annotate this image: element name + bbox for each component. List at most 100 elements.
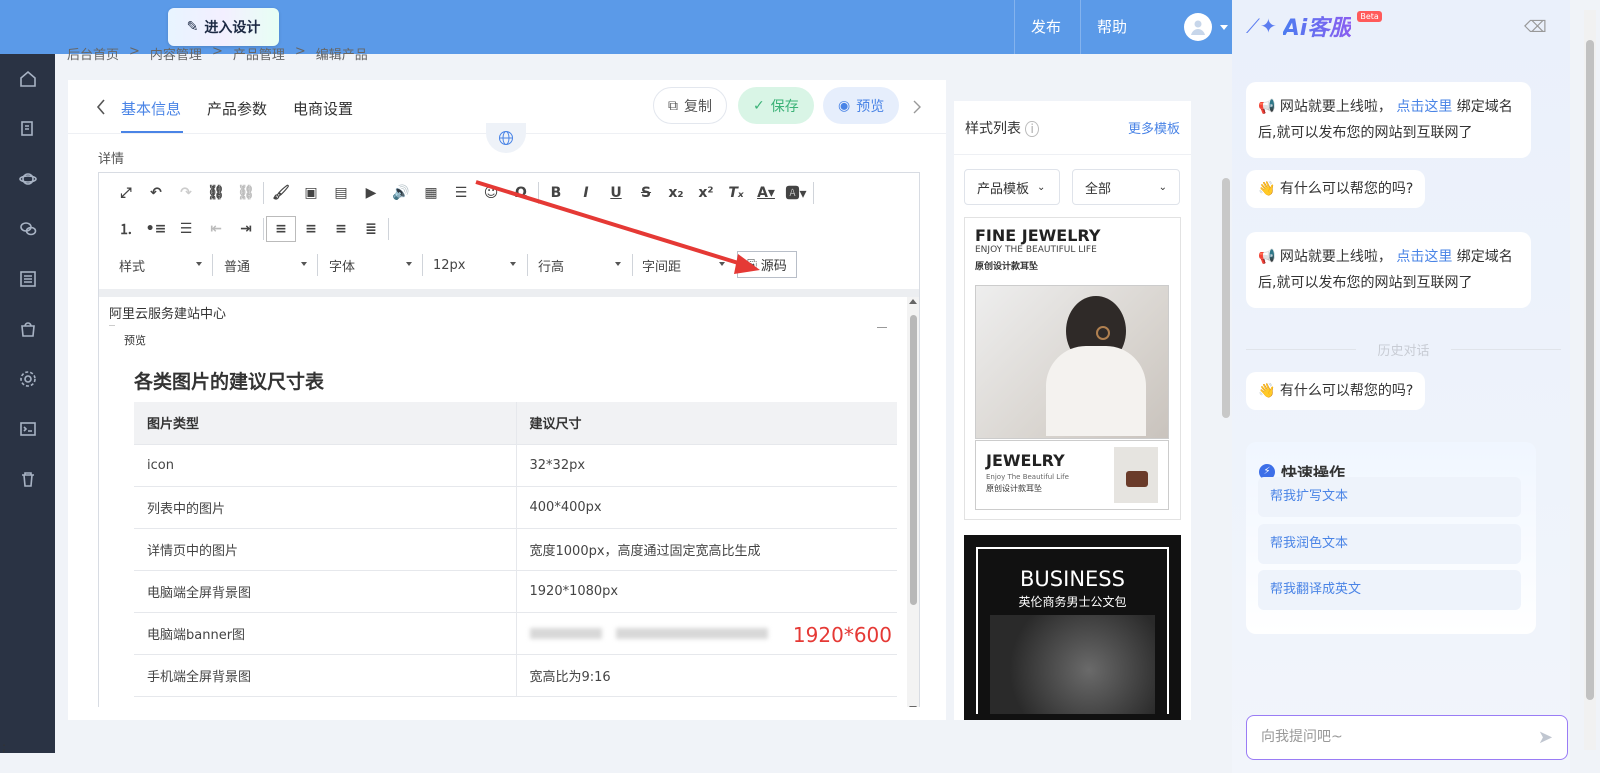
back-chevron-icon[interactable] [96, 98, 106, 116]
breadcrumb-content[interactable]: 内容管理 [150, 44, 202, 62]
bind-domain-link[interactable]: 点击这里 [1396, 249, 1452, 265]
unlink-icon[interactable]: ⛓ [231, 180, 261, 206]
quick-action-polish[interactable]: 帮我润色文本 [1258, 524, 1521, 564]
horizontal-rule-icon[interactable]: ☰ [446, 180, 476, 206]
image-icon[interactable]: ▣ [296, 180, 326, 206]
sidebar-item-shop[interactable] [0, 304, 55, 354]
font-size-select[interactable]: 12px [433, 253, 518, 277]
template-filter-select[interactable]: 全部 ⌄ [1072, 169, 1180, 205]
video-icon[interactable]: ▶ [356, 180, 386, 206]
bold-icon[interactable]: B [541, 180, 571, 206]
format-brush-icon[interactable]: 🖌 [266, 180, 296, 206]
enter-design-button[interactable]: ✎ 进入设计 [168, 8, 279, 46]
sidebar-item-planet[interactable] [0, 154, 55, 204]
ai-panel-scrollbar[interactable] [1584, 10, 1596, 750]
scroll-thumb[interactable] [910, 315, 917, 605]
save-button[interactable]: ✓ 保存 [738, 87, 814, 124]
source-code-button[interactable]: ⎘ 源码 [737, 251, 797, 278]
redo-icon[interactable]: ↷ [171, 180, 201, 206]
template-card-business[interactable]: BUSINESS 英伦商务男士公文包 [964, 535, 1181, 720]
user-icon [1191, 20, 1205, 35]
align-left-icon[interactable]: ≡ [266, 216, 296, 242]
ai-message-2: 👋 有什么可以帮您的吗? [1246, 170, 1426, 208]
scroll-down-icon[interactable] [909, 706, 917, 707]
send-icon[interactable]: ➤ [1538, 716, 1553, 759]
style-select-label: 样式 [119, 259, 146, 275]
globe-toggle[interactable] [486, 123, 526, 153]
more-templates-link[interactable]: 更多模板 [1128, 118, 1180, 137]
gallery-icon[interactable]: ▤ [326, 180, 356, 206]
align-justify-icon[interactable]: ≣ [356, 216, 386, 242]
table-icon[interactable]: ▦ [416, 180, 446, 206]
tab-basic-info[interactable]: 基本信息 [121, 98, 181, 119]
special-char-icon[interactable]: Ω [506, 180, 536, 206]
unordered-list-icon[interactable]: •≡ [141, 216, 171, 242]
publish-link[interactable]: 发布 [1014, 0, 1077, 54]
editor-content[interactable]: 阿里云服务建站中心 预览 各类图片的建议尺寸表 图片类型 建议尺寸 icon 3… [99, 289, 919, 707]
breadcrumb-products[interactable]: 产品管理 [233, 44, 285, 62]
jewelry-photo [975, 285, 1169, 439]
italic-icon[interactable]: I [571, 180, 601, 206]
letter-spacing-select[interactable]: 字间距 [642, 253, 727, 277]
sidebar-item-terminal[interactable] [0, 404, 55, 454]
collapse-icon[interactable] [877, 327, 887, 328]
clear-format-icon[interactable]: Tₓ [721, 180, 751, 206]
sidebar-item-pages[interactable] [0, 104, 55, 154]
align-center-icon[interactable]: ≡ [296, 216, 326, 242]
sidebar-item-trash[interactable] [0, 454, 55, 504]
link-icon[interactable]: ⛓ [201, 180, 231, 206]
clear-history-icon[interactable]: ⌫ [1524, 17, 1547, 36]
jewelry-box-image [1114, 447, 1158, 503]
align-right-icon[interactable]: ≡ [326, 216, 356, 242]
font-color-icon[interactable]: A▾ [751, 180, 781, 206]
tab-ecommerce[interactable]: 电商设置 [293, 98, 353, 119]
table-heading: 各类图片的建议尺寸表 [134, 371, 325, 393]
copy-button[interactable]: ⧉ 复制 [653, 87, 727, 124]
audio-icon[interactable]: 🔊 [386, 180, 416, 206]
undo-icon[interactable]: ↶ [141, 180, 171, 206]
bind-domain-link[interactable]: 点击这里 [1396, 99, 1452, 115]
format-select[interactable]: 普通 [224, 253, 309, 277]
superscript-icon[interactable]: x² [691, 180, 721, 206]
user-menu-caret-icon[interactable] [1220, 25, 1228, 30]
info-icon[interactable]: i [1025, 121, 1039, 137]
ai-question-input[interactable]: 向我提问吧~ ➤ [1246, 715, 1568, 760]
style-select[interactable]: 样式 [119, 253, 204, 277]
breadcrumb-home[interactable]: 后台首页 [67, 44, 119, 62]
emoji-icon[interactable]: ☺ [476, 180, 506, 206]
sidebar-item-home[interactable] [0, 54, 55, 104]
megaphone-icon: 📢 [1258, 249, 1276, 265]
cell-type: 手机端全屏背景图 [134, 654, 517, 697]
help-link[interactable]: 帮助 [1080, 0, 1143, 54]
quick-action-expand[interactable]: 帮我扩写文本 [1258, 477, 1521, 517]
scroll-thumb[interactable] [1586, 40, 1594, 700]
background-color-icon[interactable]: 🅰▾ [781, 180, 811, 206]
cell-size: 32*32px [516, 444, 897, 487]
preview-button[interactable]: ◉ 预览 [823, 87, 900, 124]
template-card-jewelry[interactable]: FINE JEWELRY ENJOY THE BEAUTIFUL LIFE 原创… [964, 217, 1181, 520]
task-list-icon[interactable]: ☰ [171, 216, 201, 242]
sidebar-item-list[interactable] [0, 254, 55, 304]
line-height-select[interactable]: 行高 [538, 253, 623, 277]
sidebar-item-wechat[interactable] [0, 204, 55, 254]
chevron-right-icon[interactable] [913, 100, 921, 114]
avatar[interactable] [1184, 13, 1212, 41]
font-select[interactable]: 字体 [329, 253, 414, 277]
subscript-icon[interactable]: x₂ [661, 180, 691, 206]
editor-scrollbar[interactable] [907, 297, 919, 707]
page-scrollbar[interactable] [1222, 178, 1230, 418]
wave-hand-icon: 👋 [1258, 383, 1276, 399]
ordered-list-icon[interactable]: ⒈ [111, 216, 141, 242]
underline-icon[interactable]: U [601, 180, 631, 206]
strikethrough-icon[interactable]: S [631, 180, 661, 206]
tab-product-params[interactable]: 产品参数 [207, 98, 267, 119]
site-title-text: 阿里云服务建站中心 [109, 307, 227, 322]
fullscreen-icon[interactable]: ⤢ [111, 180, 141, 206]
template-type-select[interactable]: 产品模板 ⌄ [964, 169, 1060, 205]
quick-action-translate[interactable]: 帮我翻译成英文 [1258, 570, 1521, 610]
indent-icon[interactable]: ⇥ [231, 216, 261, 242]
sidebar-item-settings[interactable] [0, 354, 55, 404]
check-circle-icon: ✓ [753, 97, 765, 114]
outdent-icon[interactable]: ⇤ [201, 216, 231, 242]
scroll-up-icon[interactable] [909, 299, 917, 304]
